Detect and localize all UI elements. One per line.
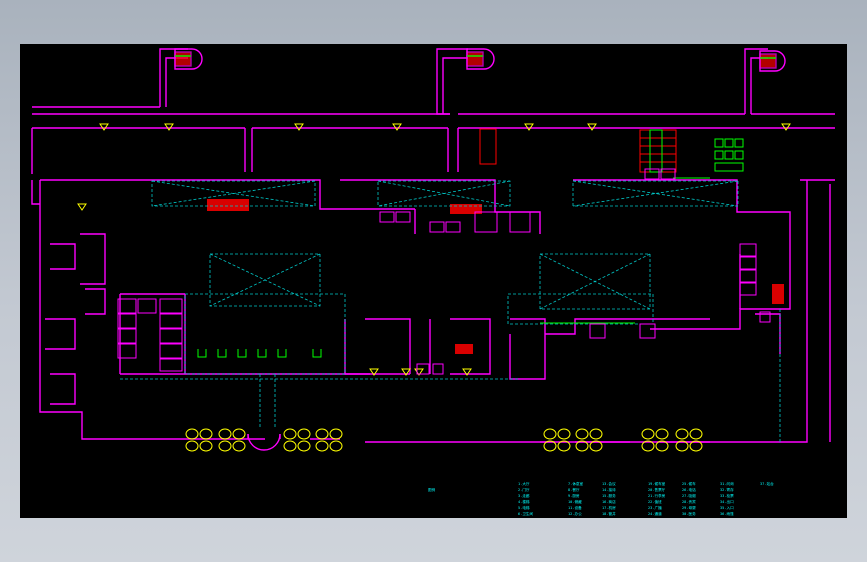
- legend-entry: 13.会议: [602, 481, 616, 486]
- legend-entry: 21.行李房: [648, 493, 666, 498]
- legend-entry: 6.卫生间: [518, 511, 534, 516]
- legend-entry: 15.服务: [602, 493, 616, 498]
- legend-entry: 31.问询: [720, 481, 734, 486]
- legend-entry: 17.机房: [602, 505, 616, 510]
- drawing-viewport[interactable]: 图例 1.大厅 2.门厅 3.走廊 4.楼梯 5.电梯 6.卫生间 7.休息室 8.餐厅 9.厨…: [20, 44, 847, 518]
- legend-entry: 2.门厅: [518, 487, 530, 492]
- entrance-doors: [185, 428, 703, 452]
- dashed-ceiling-openings: [120, 180, 781, 442]
- legend-entry: 5.电梯: [518, 505, 530, 510]
- legend-entry: 32.寄存: [720, 487, 734, 492]
- entrance-rotunda: [247, 433, 281, 451]
- legend-entry: 19.候车室: [648, 481, 666, 486]
- stair-towers: [174, 48, 786, 72]
- legend-entry: 20.售票厅: [648, 487, 666, 492]
- legend-entry: 25.候车: [682, 481, 696, 486]
- stairs: [207, 128, 784, 354]
- legend-table: 1.大厅2.门厅3.走廊4.楼梯5.电梯6.卫生间 7.休息室8.餐厅9.厨房10…: [518, 481, 774, 516]
- legend-entry: 30.医务: [682, 511, 696, 516]
- legend-entry: 1.大厅: [518, 481, 530, 486]
- legend-entry: 4.楼梯: [518, 499, 530, 504]
- legend-entry: 33.检票: [720, 493, 734, 498]
- legend-entry: 16.商店: [602, 499, 616, 504]
- legend-entry: 12.办公: [568, 511, 582, 516]
- floor-plan: 图例 1.大厅2.门厅3.走廊4.楼梯5.电梯6.卫生间 7.休息室8.餐厅9.厨…: [31, 48, 835, 516]
- legend-entry: 18.管井: [602, 511, 616, 516]
- legend-entry: 9.厨房: [568, 493, 580, 498]
- legend-entry: 24.通道: [648, 511, 662, 516]
- legend-entry: 36.雨篷: [720, 511, 734, 516]
- legend-entry: 29.母婴: [682, 505, 696, 510]
- legend-entry: 3.走廊: [518, 493, 530, 498]
- legend-entry: 37.站台: [760, 481, 774, 486]
- legend-entry: 10.储藏: [568, 499, 582, 504]
- legend-entry: 27.吸烟: [682, 493, 696, 498]
- legend-title: 图例: [428, 487, 436, 492]
- legend-entry: 7.休息室: [568, 481, 584, 486]
- legend-entry: 35.入口: [720, 505, 734, 510]
- legend-entry: 14.接待: [602, 487, 616, 492]
- legend-entry: 28.贵宾: [682, 499, 696, 504]
- legend-entry: 26.电话: [682, 487, 696, 492]
- legend-entry: 8.餐厅: [568, 487, 580, 492]
- outer-walls: [31, 48, 835, 443]
- legend-entry: 23.广播: [648, 505, 662, 510]
- legend-entry: 34.出口: [720, 499, 734, 504]
- legend-entry: 11.设备: [568, 505, 582, 510]
- legend: 图例 1.大厅2.门厅3.走廊4.楼梯5.电梯6.卫生间 7.休息室8.餐厅9.厨…: [428, 481, 774, 516]
- legend-entry: 22.值班: [648, 499, 662, 504]
